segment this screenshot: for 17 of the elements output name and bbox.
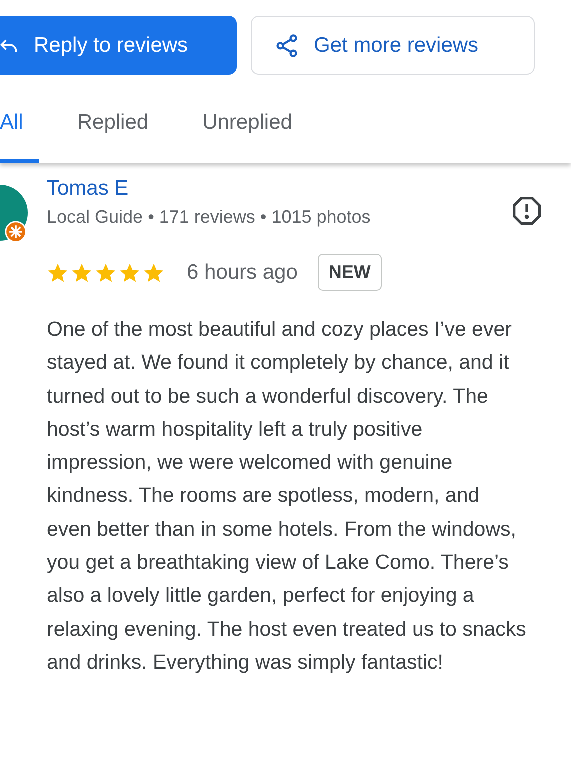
star-icon <box>119 262 141 284</box>
reply-button[interactable]: Reply to reviews <box>0 16 237 75</box>
review-text: One of the most beautiful and cozy places I’ve ever stayed at. We found it completely by chance, and it turned out to be such a wonderful discovery. The host’s warm hospitality left a truly positive impression, we were welcomed with genuine kindness. The rooms are spotless, modern, and even better than in some hotels. From the windows, you get a breathtaking view of Lake Como. There’s also a lovely little garden, perfect for enjoying a relaxing evening. The host even treated us to snacks and drinks. Everything was simply fantastic! <box>47 317 527 676</box>
star-icon <box>71 262 93 284</box>
reviewer-meta: Local Guide • 171 reviews • 1015 photos <box>47 207 371 228</box>
reviewer-name[interactable]: Tomas E <box>47 177 371 201</box>
filter-tab[interactable]: Replied <box>61 99 165 163</box>
star-icon <box>47 262 69 284</box>
get-reviews-button[interactable]: Get more reviews <box>251 16 535 75</box>
new-badge: NEW <box>318 254 382 291</box>
filter-tab[interactable]: Unreplied <box>186 99 308 163</box>
filter-tab[interactable]: All <box>0 99 40 163</box>
review-time: 6 hours ago <box>187 260 298 284</box>
star-icon <box>95 262 117 284</box>
share-icon <box>274 32 300 58</box>
star-icon <box>143 262 165 284</box>
report-icon[interactable] <box>511 195 543 227</box>
